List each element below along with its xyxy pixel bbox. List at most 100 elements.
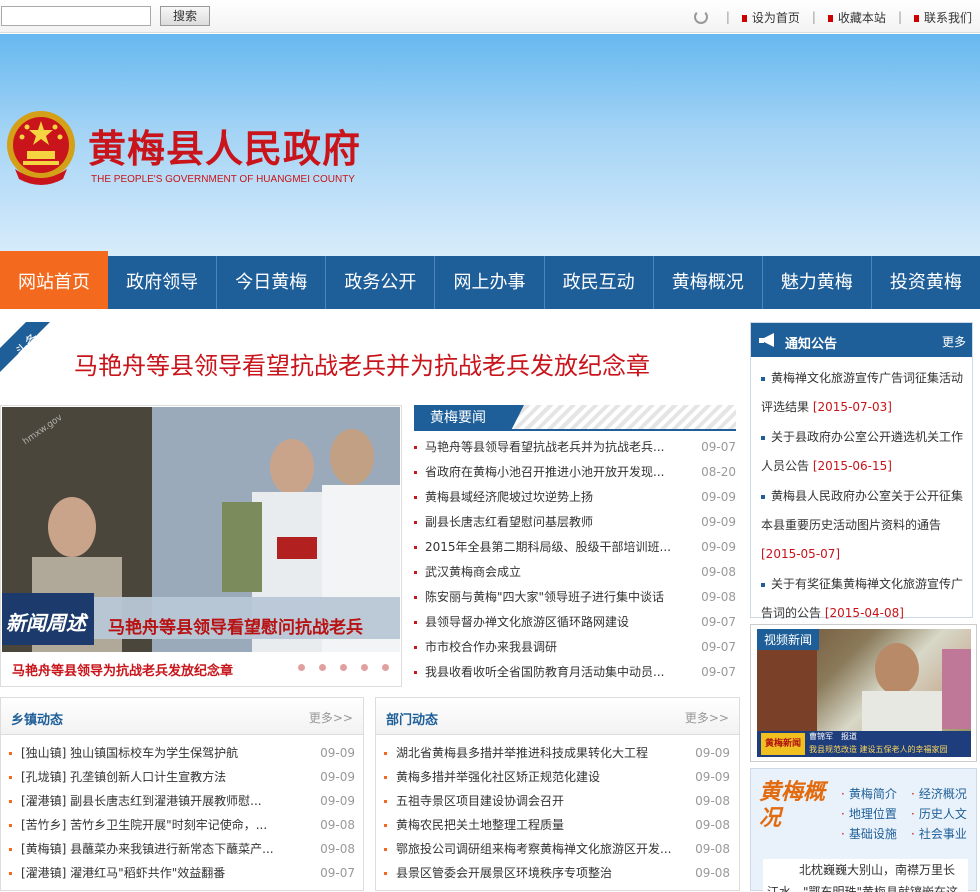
town-news-title-text[interactable]: [黄梅镇] 县蘸菜办来我镇进行新常态下蘸菜产... [21,837,274,861]
dept-row[interactable]: 黄梅多措并举强化社区矫正规范化建设 09-09 [384,765,730,789]
notice-date: [2015-04-08] [824,606,904,620]
news-title[interactable]: 省政府在黄梅小池召开推进小池开放开发现... [425,460,675,485]
notice-more-link[interactable]: 更多 [942,333,966,350]
site-title: 黄梅县人民政府 [88,126,362,171]
notice-date: [2015-07-03] [812,400,892,414]
news-title[interactable]: 陈安丽与黄梅"四大家"领导班子进行集中谈话 [425,585,675,610]
news-title[interactable]: 县领导督办禅文化旅游区循环路网建设 [425,610,675,635]
dept-news-box: 部门动态 更多>> 湖北省黄梅县多措并举推进科技成果转化大工程 09-09 黄梅多… [375,697,740,891]
contact-link[interactable]: 联系我们 [913,9,972,26]
news-title[interactable]: 副县长唐志红看望慰问基层教师 [425,510,675,535]
overview-link-infrastructure[interactable]: 基础设施 [841,825,897,842]
nav-investment[interactable]: 投资黄梅 [872,256,980,309]
top-bar: 搜索 | 设为首页 | 收藏本站 | 联系我们 [0,0,980,33]
search-input[interactable] [1,6,151,26]
set-homepage-link[interactable]: 设为首页 [741,9,800,26]
dept-news-title-text[interactable]: 黄梅多措并举强化社区矫正规范化建设 [396,765,600,789]
nav-online-services[interactable]: 网上办事 [435,256,545,309]
megaphone-icon [759,333,774,347]
town-row[interactable]: [独山镇] 独山镇国标校车为学生保驾护航 09-09 [9,741,355,765]
news-date: 09-09 [701,540,736,554]
photo-caption[interactable]: 马艳舟等县领导为抗战老兵发放纪念章 [12,660,233,679]
dept-news-title-text[interactable]: 鄂旅投公司调研组来梅考察黄梅禅文化旅游区开发... [396,837,671,861]
overview-link-social[interactable]: 社会事业 [911,825,967,842]
bullet-icon [384,848,387,851]
dept-row[interactable]: 湖北省黄梅县多措并举推进科技成果转化大工程 09-09 [384,741,730,765]
overlay-title: 马艳舟等县领导看望慰问抗战老兵 [108,618,363,638]
news-row[interactable]: 武汉黄梅商会成立 09-08 [414,560,736,585]
town-row[interactable]: [孔垅镇] 孔垄镇创新人口计生宣教方法 09-09 [9,765,355,789]
news-title[interactable]: 我县收看收听全省国防教育月活动集中动员... [425,660,675,685]
slider-dot[interactable] [340,664,347,671]
slider-dot[interactable] [319,664,326,671]
loading-icon [693,10,708,24]
town-row[interactable]: [濯港镇] 濯港红马"稻虾共作"效益翻番 09-07 [9,861,355,885]
news-title[interactable]: 市市校合作办来我县调研 [425,635,675,660]
news-title[interactable]: 武汉黄梅商会成立 [425,560,675,585]
nav-home[interactable]: 网站首页 [0,251,109,309]
town-news-title-text[interactable]: [苦竹乡] 苦竹乡卫生院开展"时刻牢记使命，... [21,813,267,837]
news-row[interactable]: 副县长唐志红看望慰问基层教师 09-09 [414,510,736,535]
town-news-title-text[interactable]: [濯港镇] 濯港红马"稻虾共作"效益翻番 [21,861,225,885]
overview-link-economy[interactable]: 经济概况 [911,785,967,802]
set-homepage-label: 设为首页 [751,10,800,25]
news-row[interactable]: 省政府在黄梅小池召开推进小池开放开发现... 08-20 [414,460,736,485]
town-news-more-link[interactable]: 更多>> [309,709,353,726]
nav-leaders[interactable]: 政府领导 [108,256,218,309]
news-list: 黄梅要闻 马艳舟等县领导看望抗战老兵并为抗战老兵... 09-07 省政府在黄梅小… [414,405,736,687]
notice-item[interactable]: 关于有奖征集黄梅禅文化旅游宣传广告词的公告 [2015-04-08] [761,570,966,628]
slider-dot[interactable] [298,664,305,671]
town-news-header: 乡镇动态 更多>> [1,698,363,735]
town-news-box: 乡镇动态 更多>> [独山镇] 独山镇国标校车为学生保驾护航 09-09 [孔垅镇… [0,697,364,891]
notice-item[interactable]: 关于县政府办公室公开遴选机关工作人员公告 [2015-06-15] [761,423,966,481]
headline-link[interactable]: 马艳舟等县领导看望抗战老兵并为抗战老兵发放纪念章 [74,346,650,381]
dept-news-date: 09-08 [695,818,730,832]
dept-row[interactable]: 县景区管委会开展景区环境秩序专项整治 09-08 [384,861,730,885]
bookmark-link[interactable]: 收藏本站 [827,9,886,26]
dept-news-title-text[interactable]: 黄梅农民把关土地整理工程质量 [396,813,564,837]
dept-news-more-link[interactable]: 更多>> [685,709,729,726]
nav-interaction[interactable]: 政民互动 [545,256,654,309]
overview-link-intro[interactable]: 黄梅简介 [841,785,897,802]
nav-today[interactable]: 今日黄梅 [217,256,327,309]
news-title[interactable]: 2015年全县第二期科局级、股级干部培训班... [425,535,675,560]
news-row[interactable]: 陈安丽与黄梅"四大家"领导班子进行集中谈话 09-08 [414,585,736,610]
news-title[interactable]: 马艳舟等县领导看望抗战老兵并为抗战老兵... [425,435,675,460]
town-news-title-text[interactable]: [濯港镇] 副县长唐志红到濯港镇开展教师慰... [21,789,262,813]
nav-overview[interactable]: 黄梅概况 [654,256,763,309]
town-news-title-text[interactable]: [孔垅镇] 孔垄镇创新人口计生宣教方法 [21,765,226,789]
news-row[interactable]: 县领导督办禅文化旅游区循环路网建设 09-07 [414,610,736,635]
dept-row[interactable]: 鄂旅投公司调研组来梅考察黄梅禅文化旅游区开发... 09-08 [384,837,730,861]
notice-text[interactable]: 黄梅县人民政府办公室关于公开征集本县重要历史活动图片资料的通告 [761,489,963,532]
town-row[interactable]: [濯港镇] 副县长唐志红到濯港镇开展教师慰... 09-09 [9,789,355,813]
news-date: 09-07 [701,440,736,454]
news-row[interactable]: 2015年全县第二期科局级、股级干部培训班... 09-09 [414,535,736,560]
news-row[interactable]: 市市校合作办来我县调研 09-07 [414,635,736,660]
news-row[interactable]: 马艳舟等县领导看望抗战老兵并为抗战老兵... 09-07 [414,435,736,460]
dept-row[interactable]: 五祖寺景区项目建设协调会召开 09-08 [384,789,730,813]
dept-row[interactable]: 黄梅农民把关土地整理工程质量 09-08 [384,813,730,837]
slider-dot[interactable] [382,664,389,671]
dept-news-date: 09-09 [695,770,730,784]
overview-link-geography[interactable]: 地理位置 [841,805,897,822]
dept-news-title-text[interactable]: 湖北省黄梅县多措并举推进科技成果转化大工程 [396,741,648,765]
news-tab[interactable]: 黄梅要闻 [414,405,524,431]
news-title[interactable]: 黄梅县域经济爬坡过坎逆势上扬 [425,485,675,510]
town-news-title-text[interactable]: [独山镇] 独山镇国标校车为学生保驾护航 [21,741,238,765]
town-row[interactable]: [苦竹乡] 苦竹乡卫生院开展"时刻牢记使命，... 09-08 [9,813,355,837]
town-row[interactable]: [黄梅镇] 县蘸菜办来我镇进行新常态下蘸菜产... 09-08 [9,837,355,861]
news-row[interactable]: 我县收看收听全省国防教育月活动集中动员... 09-07 [414,660,736,685]
dept-news-title-text[interactable]: 县景区管委会开展景区环境秩序专项整治 [396,861,612,885]
news-photo[interactable]: 新闻周述 马艳舟等县领导看望慰问抗战老兵 hmxw.gov [2,407,400,652]
nav-public-affairs[interactable]: 政务公开 [326,256,436,309]
main-nav: 网站首页 政府领导 今日黄梅 政务公开 网上办事 政民互动 黄梅概况 魅力黄梅 … [0,251,980,309]
slider-dot[interactable] [361,664,368,671]
notice-item[interactable]: 黄梅禅文化旅游宣传广告词征集活动评选结果 [2015-07-03] [761,364,966,422]
bookmark-label: 收藏本站 [837,10,886,25]
nav-charm[interactable]: 魅力黄梅 [763,256,872,309]
news-row[interactable]: 黄梅县域经济爬坡过坎逆势上扬 09-09 [414,485,736,510]
search-button[interactable]: 搜索 [160,6,210,26]
notice-item[interactable]: 黄梅县人民政府办公室关于公开征集本县重要历史活动图片资料的通告 [2015-05… [761,482,966,569]
dept-news-title-text[interactable]: 五祖寺景区项目建设协调会召开 [396,789,564,813]
overview-link-history[interactable]: 历史人文 [911,805,967,822]
